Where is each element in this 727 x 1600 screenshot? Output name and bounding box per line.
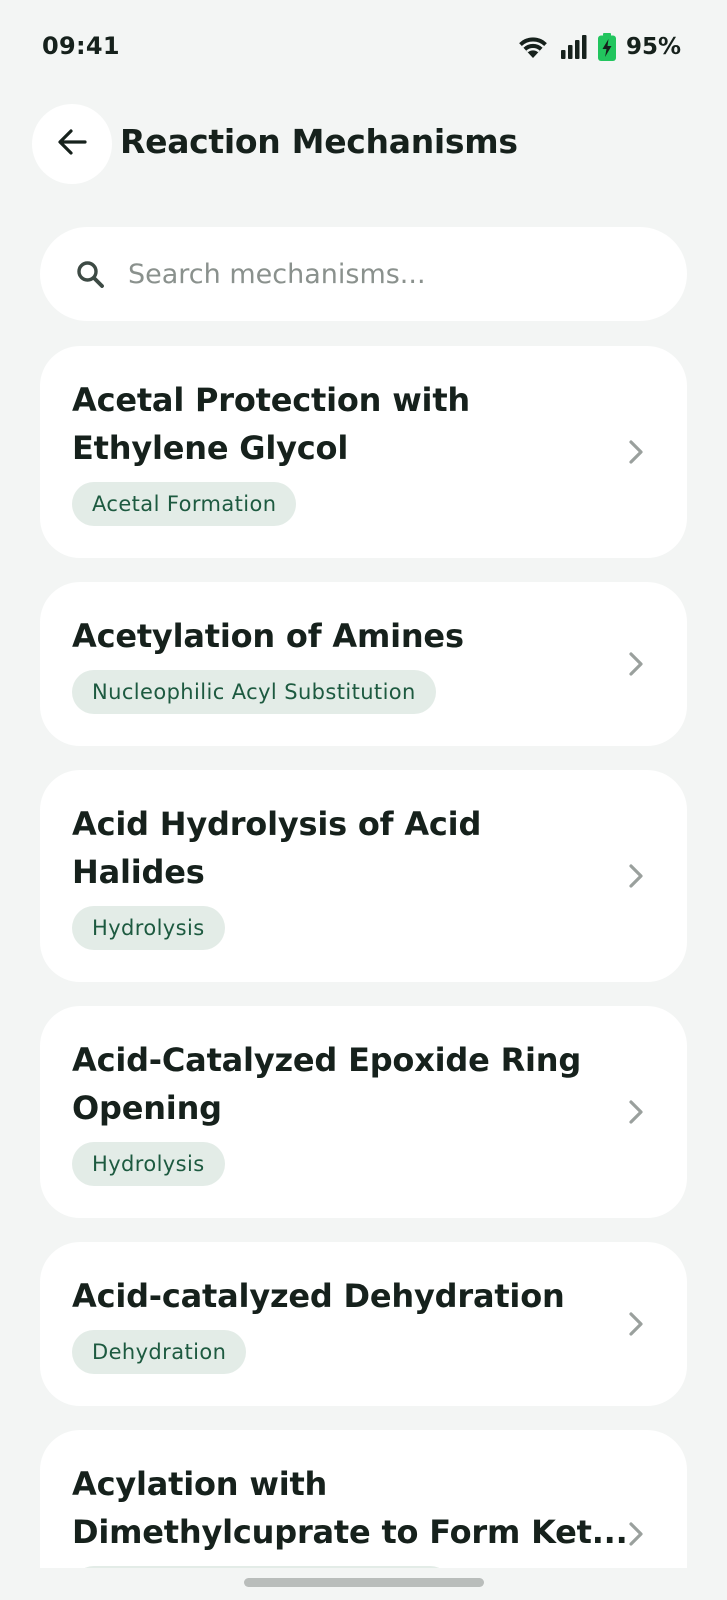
mechanism-title: Acetylation of Amines [72, 612, 592, 660]
chevron-right-icon [629, 864, 643, 888]
mechanism-title: Acid Hydrolysis of Acid Halides [72, 800, 592, 896]
battery-charging-icon [597, 33, 616, 61]
category-tag [72, 1566, 452, 1568]
status-time: 09:41 [42, 32, 120, 60]
search-icon [74, 258, 106, 290]
status-bar: 09:41 95% [0, 0, 727, 92]
mechanism-title-line: Dimethylcuprate to Form Ket... [72, 1513, 628, 1551]
mechanism-card[interactable]: Acid-Catalyzed Epoxide Ring Opening Hydr… [40, 1006, 687, 1218]
mechanism-card[interactable]: Acylation with Dimethylcuprate to Form K… [40, 1430, 687, 1568]
mechanism-title: Acetal Protection with Ethylene Glycol [72, 376, 592, 472]
category-tag: Dehydration [72, 1330, 247, 1374]
chevron-right-icon [629, 1100, 643, 1124]
category-tag: Hydrolysis [72, 906, 225, 950]
mechanism-title-line: Acetal Protection with [72, 381, 471, 419]
mechanism-list[interactable]: Acetal Protection with Ethylene Glycol A… [40, 346, 687, 1568]
page-title: Reaction Mechanisms [120, 122, 518, 161]
category-tag: Nucleophilic Acyl Substitution [72, 670, 436, 714]
chevron-right-icon [629, 1312, 643, 1336]
chevron-right-icon [629, 440, 643, 464]
chevron-right-icon [629, 652, 643, 676]
mechanism-title-line: Halides [72, 853, 205, 891]
arrow-left-icon [57, 128, 87, 160]
mechanism-card[interactable]: Acetal Protection with Ethylene Glycol A… [40, 346, 687, 558]
signal-icon [560, 34, 588, 60]
mechanism-card[interactable]: Acid Hydrolysis of Acid Halides Hydrolys… [40, 770, 687, 982]
mechanism-card[interactable]: Acetylation of Amines Nucleophilic Acyl … [40, 582, 687, 746]
mechanism-title: Acid-catalyzed Dehydration [72, 1272, 592, 1320]
home-indicator[interactable] [244, 1578, 484, 1587]
search-bar[interactable] [40, 227, 687, 321]
mechanism-title: Acid-Catalyzed Epoxide Ring Opening [72, 1036, 592, 1132]
mechanism-title-line: Acid Hydrolysis of Acid [72, 805, 482, 843]
mechanism-title-line: Acid-Catalyzed Epoxide Ring [72, 1041, 582, 1079]
search-input[interactable] [126, 257, 650, 291]
category-tag: Hydrolysis [72, 1142, 225, 1186]
mechanism-title-line: Acetylation of Amines [72, 617, 464, 655]
mechanism-title-line: Acylation with [72, 1465, 328, 1503]
mechanism-title-line: Ethylene Glycol [72, 429, 349, 467]
chevron-right-icon [629, 1522, 643, 1546]
mechanism-card[interactable]: Acid-catalyzed Dehydration Dehydration [40, 1242, 687, 1406]
status-icons: 95% [516, 30, 681, 64]
back-button[interactable] [32, 104, 112, 184]
mechanism-title-line: Opening [72, 1089, 222, 1127]
battery-percent: 95% [625, 34, 681, 60]
category-tag: Acetal Formation [72, 482, 297, 526]
mechanism-title-line: Acid-catalyzed Dehydration [72, 1277, 565, 1315]
app-header: Reaction Mechanisms [0, 100, 727, 190]
wifi-icon [516, 34, 550, 60]
mechanism-title: Acylation with Dimethylcuprate to Form K… [72, 1460, 628, 1556]
